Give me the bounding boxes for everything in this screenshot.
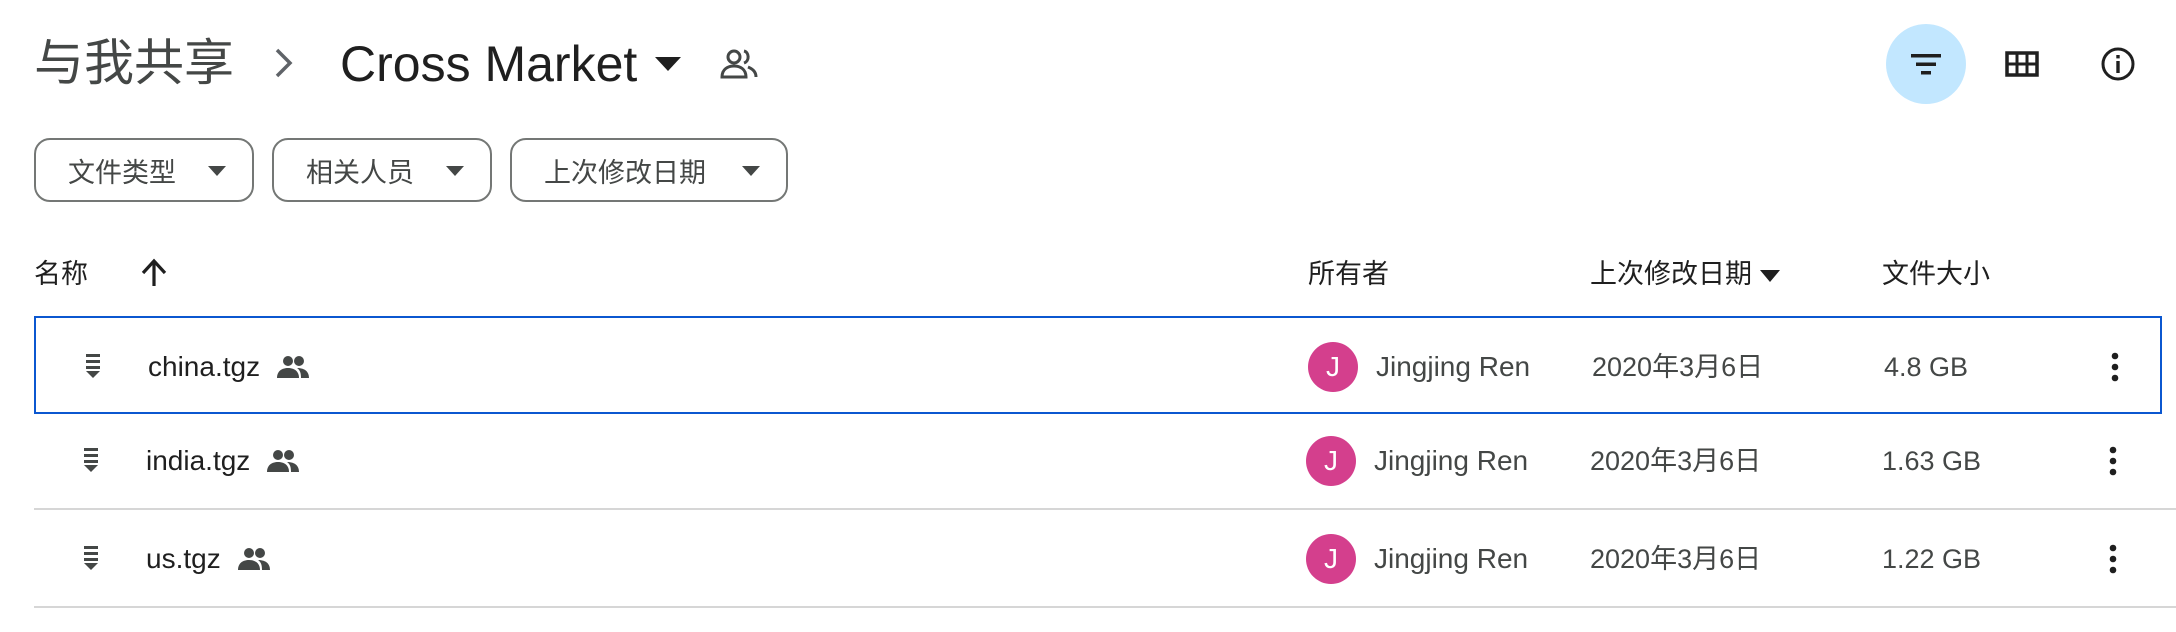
caret-down-icon — [1760, 269, 1780, 282]
chip-label: 文件类型 — [68, 157, 176, 188]
breadcrumb-shared-with-me[interactable]: 与我共享 — [34, 30, 234, 96]
folder-title-button[interactable]: Cross Market — [328, 26, 693, 102]
column-header-owner[interactable]: 所有者 — [1308, 254, 1389, 294]
column-header-size[interactable]: 文件大小 — [1882, 254, 1990, 294]
filter-chip-people[interactable]: 相关人员 — [272, 138, 492, 202]
table-row[interactable]: india.tgz J Jingjing Ren 2020年3月6日 1.63 … — [34, 412, 2176, 510]
column-header-modified-label: 上次修改日期 — [1590, 259, 1752, 289]
file-name-cell: us.tgz — [146, 539, 271, 579]
chevron-right-icon — [275, 48, 293, 78]
archive-file-icon — [86, 354, 100, 378]
more-vert-icon — [2109, 446, 2117, 476]
column-header-modified[interactable]: 上次修改日期 — [1590, 254, 1780, 294]
caret-down-icon — [655, 57, 682, 71]
owner-name: Jingjing Ren — [1376, 351, 1531, 382]
file-name: india.tgz — [146, 445, 251, 476]
grid-view-button[interactable] — [1982, 24, 2062, 104]
more-actions-button[interactable] — [2088, 436, 2138, 486]
avatar: J — [1306, 534, 1356, 584]
filter-icon — [1911, 54, 1941, 75]
caret-down-icon — [742, 166, 760, 176]
file-name-cell: india.tgz — [146, 441, 300, 481]
table-row[interactable]: us.tgz J Jingjing Ren 2020年3月6日 1.22 GB — [34, 510, 2176, 608]
avatar: J — [1306, 436, 1356, 486]
modified-date: 2020年3月6日 — [1590, 446, 1762, 476]
owner-name: Jingjing Ren — [1374, 445, 1529, 476]
chip-label: 相关人员 — [306, 157, 414, 188]
sort-ascending-icon[interactable] — [140, 258, 168, 288]
column-header-name[interactable]: 名称 — [34, 254, 88, 294]
more-vert-icon — [2111, 352, 2119, 382]
more-vert-icon — [2109, 544, 2117, 574]
file-name: china.tgz — [148, 351, 261, 382]
more-actions-button[interactable] — [2088, 534, 2138, 584]
shared-people-icon — [237, 548, 270, 570]
drive-window: 与我共享 Cross Market 文件类型 相关人员 上次修改日期 名称 所有… — [0, 0, 2176, 632]
caret-down-icon — [208, 166, 226, 176]
file-name: us.tgz — [146, 543, 221, 574]
owner-name: Jingjing Ren — [1374, 543, 1529, 574]
table-row[interactable]: china.tgz J Jingjing Ren 2020年3月6日 4.8 G… — [34, 316, 2162, 414]
modified-date: 2020年3月6日 — [1592, 352, 1764, 382]
info-button[interactable] — [2078, 24, 2158, 104]
archive-file-icon — [84, 546, 98, 570]
shared-folder-icon — [720, 49, 758, 79]
shared-people-icon — [277, 356, 310, 378]
grid-view-icon — [2005, 51, 2039, 77]
modified-date: 2020年3月6日 — [1590, 544, 1762, 574]
file-size: 1.22 GB — [1882, 544, 1982, 574]
header: 与我共享 Cross Market — [0, 0, 2176, 130]
file-size: 1.63 GB — [1882, 446, 1982, 476]
caret-down-icon — [446, 166, 464, 176]
info-icon — [2101, 47, 2135, 81]
file-size: 4.8 GB — [1884, 352, 1969, 382]
chip-label: 上次修改日期 — [544, 157, 706, 188]
filter-chip-modified[interactable]: 上次修改日期 — [510, 138, 788, 202]
shared-people-icon — [267, 450, 300, 472]
more-actions-button[interactable] — [2090, 342, 2140, 392]
filter-chip-file-type[interactable]: 文件类型 — [34, 138, 254, 202]
filter-button[interactable] — [1886, 24, 1966, 104]
archive-file-icon — [84, 448, 98, 472]
file-name-cell: china.tgz — [148, 347, 310, 387]
avatar: J — [1308, 342, 1358, 392]
folder-title: Cross Market — [340, 36, 638, 92]
